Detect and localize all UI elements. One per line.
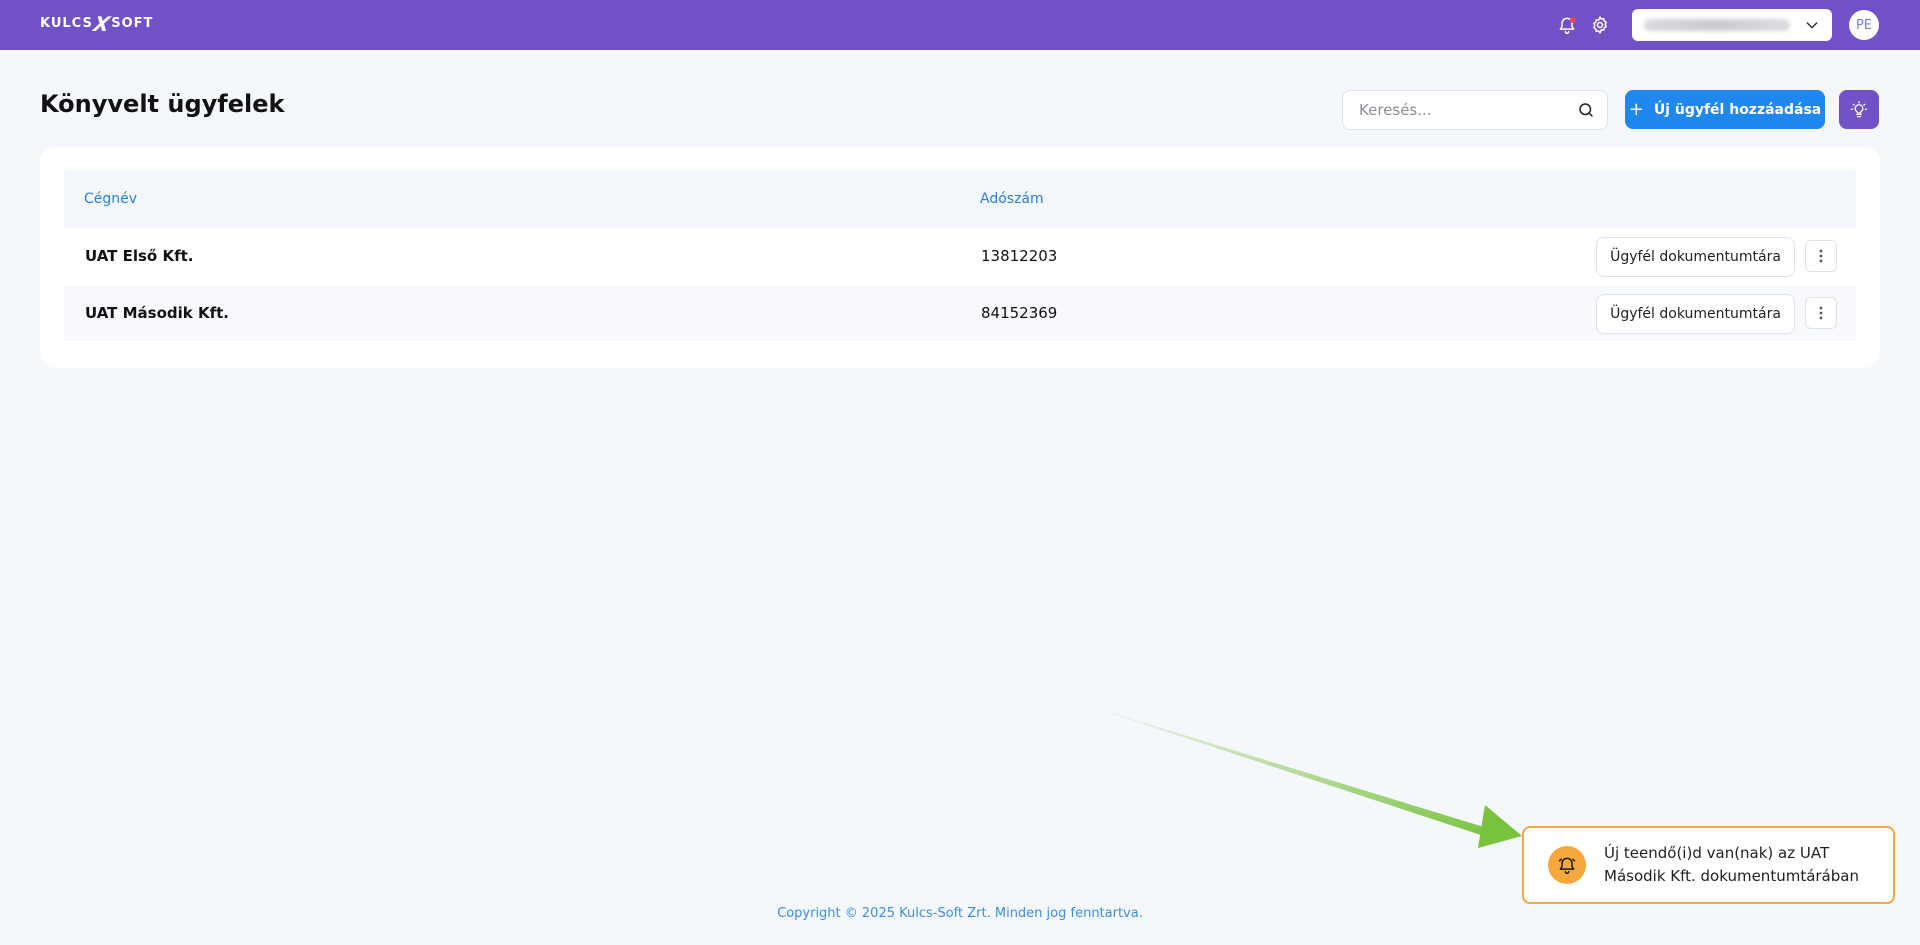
lightbulb-icon <box>1850 100 1868 117</box>
annotation-arrow <box>1070 700 1522 848</box>
search-box[interactable] <box>1342 90 1608 130</box>
chevron-down-icon <box>1806 22 1818 29</box>
table-header-row: Cégnév Adószám <box>64 171 1856 228</box>
toast-message-line-1: Új teendő(i)d van(nak) az UAT <box>1604 844 1830 862</box>
company-name-cell: UAT Első Kft. <box>85 247 194 265</box>
more-options-icon[interactable] <box>1805 240 1837 272</box>
settings-gear-icon[interactable] <box>1590 15 1610 35</box>
clients-table-card: Cégnév Adószám UAT Első Kft. 13812203 Üg… <box>40 147 1880 368</box>
logo-text-right: SOFT <box>111 16 154 31</box>
page-title: Könyvelt ügyfelek <box>40 90 285 118</box>
column-header-company-name[interactable]: Cégnév <box>84 191 137 207</box>
add-client-button-label: Új ügyfél hozzáadása <box>1653 101 1822 118</box>
plus-icon: + <box>1628 98 1644 120</box>
client-documents-button[interactable]: Ügyfél dokumentumtára <box>1596 294 1795 334</box>
client-documents-button[interactable]: Ügyfél dokumentumtára <box>1596 237 1795 277</box>
table-row: UAT Első Kft. 13812203 Ügyfél dokumentum… <box>64 228 1856 285</box>
user-avatar[interactable]: PE <box>1849 10 1879 40</box>
logo-text-left: KULCS <box>40 16 93 31</box>
more-options-icon[interactable] <box>1805 297 1837 329</box>
footer-copyright: Copyright © 2025 Kulcs-Soft Zrt. Minden … <box>777 906 1143 921</box>
table-row: UAT Második Kft. 84152369 Ügyfél dokumen… <box>64 285 1856 342</box>
company-name-cell: UAT Második Kft. <box>85 304 229 322</box>
notification-dot <box>1570 17 1576 23</box>
company-select-value <box>1644 19 1790 31</box>
column-header-tax-number[interactable]: Adószám <box>980 191 1044 207</box>
company-select-dropdown[interactable] <box>1632 9 1832 41</box>
kulcs-soft-logo[interactable]: KULCS X SOFT <box>40 11 154 36</box>
tax-number-cell: 13812203 <box>981 247 1058 265</box>
logo-mark: X <box>91 11 113 36</box>
notification-toast[interactable]: Új teendő(i)d van(nak) az UAT Második Kf… <box>1522 826 1895 904</box>
tax-number-cell: 84152369 <box>981 304 1058 322</box>
top-navigation-bar: KULCS X SOFT PE <box>0 0 1920 50</box>
bell-icon <box>1548 846 1586 884</box>
toast-message-line-2: Második Kft. dokumentumtárában <box>1604 867 1859 885</box>
search-input[interactable] <box>1359 101 1577 119</box>
search-icon[interactable] <box>1577 101 1595 119</box>
toast-message: Új teendő(i)d van(nak) az UAT Második Kf… <box>1604 842 1859 888</box>
add-client-button[interactable]: + Új ügyfél hozzáadása <box>1625 90 1825 129</box>
notifications-bell-icon[interactable] <box>1557 15 1577 35</box>
lightbulb-button[interactable] <box>1839 90 1879 129</box>
